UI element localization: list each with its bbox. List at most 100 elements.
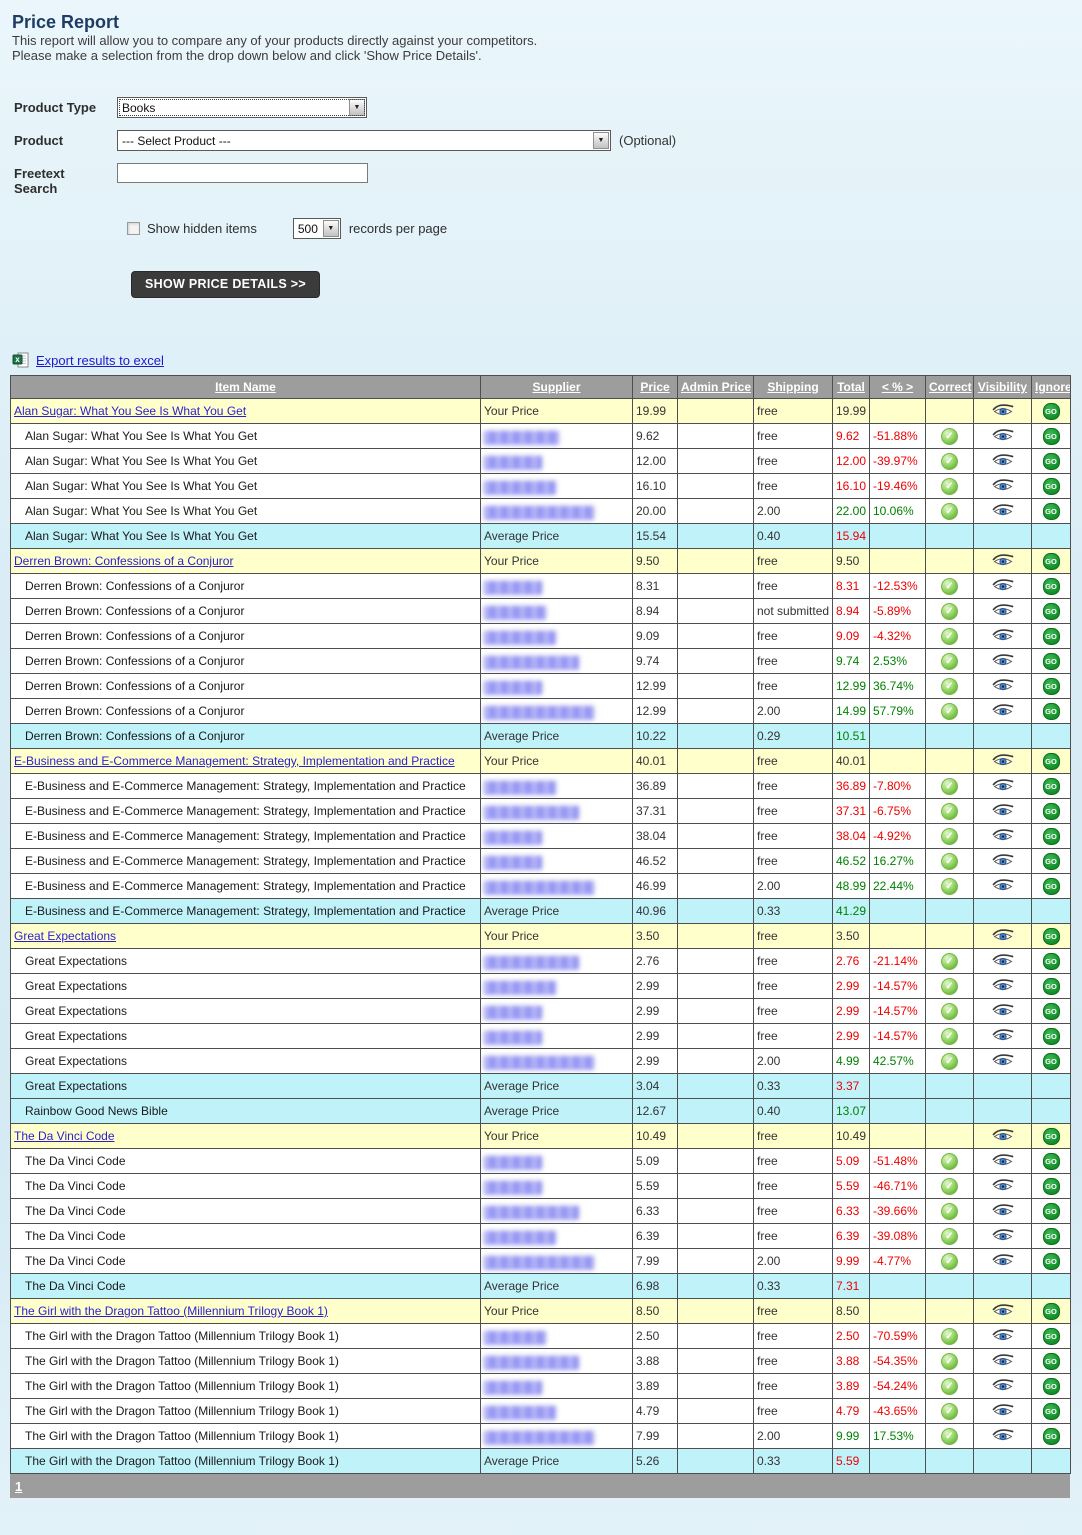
visibility-eye-icon[interactable]: [992, 453, 1014, 470]
visibility-eye-icon[interactable]: [992, 928, 1014, 945]
sort-supplier[interactable]: Supplier: [532, 380, 580, 394]
supplier-link-redacted[interactable]: [484, 606, 546, 618]
supplier-link-redacted[interactable]: [484, 456, 542, 468]
ignore-go-button[interactable]: GO: [1043, 1353, 1060, 1370]
supplier-link-redacted[interactable]: [484, 831, 542, 843]
visibility-eye-icon[interactable]: [992, 1303, 1014, 1320]
visibility-eye-icon[interactable]: [992, 1053, 1014, 1070]
ignore-go-button[interactable]: GO: [1043, 753, 1060, 770]
ignore-go-button[interactable]: GO: [1043, 1328, 1060, 1345]
supplier-link-redacted[interactable]: [484, 1331, 546, 1343]
page-link-1[interactable]: 1: [15, 1479, 22, 1494]
visibility-eye-icon[interactable]: [992, 403, 1014, 420]
visibility-eye-icon[interactable]: [992, 1028, 1014, 1045]
export-excel-link[interactable]: Export results to excel: [36, 353, 164, 368]
ignore-go-button[interactable]: GO: [1043, 878, 1060, 895]
ignore-go-button[interactable]: GO: [1043, 1003, 1060, 1020]
ignore-go-button[interactable]: GO: [1043, 1403, 1060, 1420]
product-select[interactable]: --- Select Product --- ▼: [117, 130, 611, 151]
visibility-eye-icon[interactable]: [992, 1253, 1014, 1270]
visibility-eye-icon[interactable]: [992, 1228, 1014, 1245]
visibility-eye-icon[interactable]: [992, 1128, 1014, 1145]
supplier-link-redacted[interactable]: [484, 806, 579, 818]
ignore-go-button[interactable]: GO: [1043, 1228, 1060, 1245]
item-name-link[interactable]: Alan Sugar: What You See Is What You Get: [14, 404, 246, 418]
ignore-go-button[interactable]: GO: [1043, 978, 1060, 995]
show-price-details-button[interactable]: SHOW PRICE DETAILS >>: [131, 271, 320, 298]
supplier-link-redacted[interactable]: [484, 1206, 579, 1218]
visibility-eye-icon[interactable]: [992, 1403, 1014, 1420]
supplier-link-redacted[interactable]: [484, 881, 594, 893]
ignore-go-button[interactable]: GO: [1043, 1178, 1060, 1195]
product-type-select[interactable]: Books ▼: [117, 97, 367, 118]
ignore-go-button[interactable]: GO: [1043, 428, 1060, 445]
ignore-go-button[interactable]: GO: [1043, 703, 1060, 720]
ignore-go-button[interactable]: GO: [1043, 653, 1060, 670]
sort-shipping[interactable]: Shipping: [767, 380, 818, 394]
ignore-go-button[interactable]: GO: [1043, 1053, 1060, 1070]
visibility-eye-icon[interactable]: [992, 1178, 1014, 1195]
item-name-link[interactable]: Derren Brown: Confessions of a Conjuror: [14, 554, 233, 568]
visibility-eye-icon[interactable]: [992, 428, 1014, 445]
supplier-link-redacted[interactable]: [484, 1156, 542, 1168]
visibility-eye-icon[interactable]: [992, 653, 1014, 670]
visibility-eye-icon[interactable]: [992, 578, 1014, 595]
ignore-go-button[interactable]: GO: [1043, 578, 1060, 595]
supplier-link-redacted[interactable]: [484, 1431, 594, 1443]
sort-admin-price[interactable]: Admin Price: [681, 380, 751, 394]
sort-item-name[interactable]: Item Name: [215, 380, 276, 394]
visibility-eye-icon[interactable]: [992, 1328, 1014, 1345]
supplier-link-redacted[interactable]: [484, 1231, 556, 1243]
visibility-eye-icon[interactable]: [992, 1353, 1014, 1370]
visibility-eye-icon[interactable]: [992, 1153, 1014, 1170]
supplier-link-redacted[interactable]: [484, 1056, 594, 1068]
visibility-eye-icon[interactable]: [992, 678, 1014, 695]
ignore-go-button[interactable]: GO: [1043, 828, 1060, 845]
supplier-link-redacted[interactable]: [484, 1006, 542, 1018]
visibility-eye-icon[interactable]: [992, 828, 1014, 845]
visibility-eye-icon[interactable]: [992, 603, 1014, 620]
supplier-link-redacted[interactable]: [484, 1381, 542, 1393]
ignore-go-button[interactable]: GO: [1043, 453, 1060, 470]
supplier-link-redacted[interactable]: [484, 631, 556, 643]
ignore-go-button[interactable]: GO: [1043, 853, 1060, 870]
ignore-go-button[interactable]: GO: [1043, 953, 1060, 970]
visibility-eye-icon[interactable]: [992, 1203, 1014, 1220]
sort-ignore[interactable]: Ignore: [1035, 380, 1071, 394]
supplier-link-redacted[interactable]: [484, 1356, 579, 1368]
supplier-link-redacted[interactable]: [484, 656, 579, 668]
ignore-go-button[interactable]: GO: [1043, 1428, 1060, 1445]
sort-visibility[interactable]: Visibility: [978, 380, 1027, 394]
supplier-link-redacted[interactable]: [484, 1256, 594, 1268]
visibility-eye-icon[interactable]: [992, 628, 1014, 645]
ignore-go-button[interactable]: GO: [1043, 503, 1060, 520]
records-per-page-select[interactable]: 500 ▼: [293, 218, 341, 239]
item-name-link[interactable]: E-Business and E-Commerce Management: St…: [14, 754, 455, 768]
supplier-link-redacted[interactable]: [484, 956, 579, 968]
ignore-go-button[interactable]: GO: [1043, 1203, 1060, 1220]
visibility-eye-icon[interactable]: [992, 553, 1014, 570]
supplier-link-redacted[interactable]: [484, 431, 559, 443]
visibility-eye-icon[interactable]: [992, 1428, 1014, 1445]
ignore-go-button[interactable]: GO: [1043, 1253, 1060, 1270]
item-name-link[interactable]: Great Expectations: [14, 929, 116, 943]
supplier-link-redacted[interactable]: [484, 1181, 542, 1193]
sort-correct[interactable]: Correct: [929, 380, 972, 394]
supplier-link-redacted[interactable]: [484, 581, 542, 593]
visibility-eye-icon[interactable]: [992, 853, 1014, 870]
visibility-eye-icon[interactable]: [992, 503, 1014, 520]
ignore-go-button[interactable]: GO: [1043, 1303, 1060, 1320]
supplier-link-redacted[interactable]: [484, 1031, 542, 1043]
visibility-eye-icon[interactable]: [992, 803, 1014, 820]
item-name-link[interactable]: The Da Vinci Code: [14, 1129, 115, 1143]
ignore-go-button[interactable]: GO: [1043, 928, 1060, 945]
ignore-go-button[interactable]: GO: [1043, 778, 1060, 795]
supplier-link-redacted[interactable]: [484, 1406, 556, 1418]
supplier-link-redacted[interactable]: [484, 856, 542, 868]
visibility-eye-icon[interactable]: [992, 753, 1014, 770]
supplier-link-redacted[interactable]: [484, 781, 556, 793]
ignore-go-button[interactable]: GO: [1043, 603, 1060, 620]
sort-total[interactable]: Total: [837, 380, 865, 394]
visibility-eye-icon[interactable]: [992, 878, 1014, 895]
visibility-eye-icon[interactable]: [992, 978, 1014, 995]
